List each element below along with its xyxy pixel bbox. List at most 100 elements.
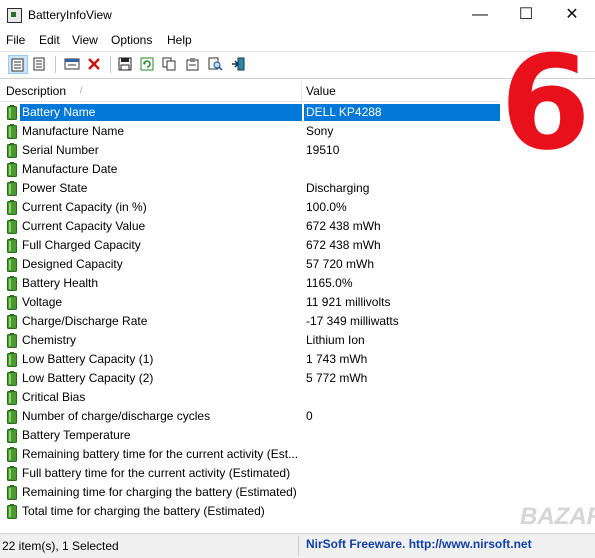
list-row[interactable]: Designed Capacity 57 720 mWh [0,255,500,274]
column-value[interactable]: Value [306,84,336,98]
battery-icon [7,504,17,519]
row-value [304,503,308,520]
find-icon [208,57,223,71]
menu-edit[interactable]: Edit [39,33,60,47]
display-mode-icon [11,58,24,72]
toolbar-separator [55,56,56,73]
list-row[interactable]: Battery Name DELL KP4288 [0,103,500,122]
row-description: Battery Temperature [22,428,131,442]
menu-file[interactable]: File [6,33,25,47]
row-value [304,465,308,482]
column-divider[interactable] [301,81,302,101]
battery-icon [7,371,17,386]
copy-icon [162,57,176,71]
menu-options[interactable]: Options [111,33,152,47]
list-row[interactable]: Battery Temperature [0,426,500,445]
sort-indicator-icon: / [80,86,83,95]
menu-help[interactable]: Help [167,33,192,47]
battery-icon [7,219,17,234]
properties-icon [64,58,80,70]
maximize-button[interactable]: ☐ [503,0,549,30]
list-row[interactable]: Serial Number 19510 [0,141,500,160]
battery-icon [7,124,17,139]
html-report-icon [186,58,199,71]
battery-info-list: Battery Name DELL KP4288 Manufacture Name S… [0,103,500,521]
list-row[interactable]: Manufacture Date [0,160,500,179]
html-report-button[interactable] [183,55,203,74]
list-row[interactable]: Total time for charging the battery (Est… [0,502,500,521]
row-description: Low Battery Capacity (2) [22,371,154,385]
row-value [304,389,308,406]
battery-icon [7,409,17,424]
row-value [304,484,308,501]
row-value: 1 743 mWh [306,352,368,366]
refresh-icon [140,57,154,71]
battery-icon [7,466,17,481]
battery-icon [7,276,17,291]
battery-icon [7,352,17,367]
battery-icon [7,333,17,348]
exit-icon [232,57,245,71]
list-row[interactable]: Low Battery Capacity (1) 1 743 mWh [0,350,500,369]
delete-button[interactable] [85,55,105,74]
properties-button[interactable] [62,55,82,74]
battery-icon [7,447,17,462]
row-value: 0 [306,409,313,423]
row-description: Designed Capacity [22,257,123,271]
find-button[interactable] [206,55,226,74]
battery-icon [7,181,17,196]
list-row[interactable]: Low Battery Capacity (2) 5 772 mWh [0,369,500,388]
column-description[interactable]: Description [6,84,66,98]
log-mode-button[interactable] [30,55,50,74]
corner-watermark: BAZAR [520,503,595,530]
row-value: 100.0% [306,200,347,214]
battery-icon [7,105,17,120]
row-value: DELL KP4288 [304,104,500,121]
exit-button[interactable] [229,55,249,74]
status-bar: 22 item(s), 1 Selected NirSoft Freeware.… [0,533,595,558]
close-button[interactable]: ✕ [549,0,595,30]
battery-icon [7,390,17,405]
display-mode-button[interactable] [8,55,28,74]
minimize-button[interactable]: — [457,0,503,30]
list-row[interactable]: Power State Discharging [0,179,500,198]
row-value: Sony [306,124,334,138]
row-value: 57 720 mWh [306,257,375,271]
list-row[interactable]: Full Charged Capacity 672 438 mWh [0,236,500,255]
list-row[interactable]: Manufacture Name Sony [0,122,500,141]
app-icon [7,8,22,23]
list-row[interactable]: Voltage 11 921 millivolts [0,293,500,312]
menu-view[interactable]: View [72,33,98,47]
copy-button[interactable] [160,55,180,74]
row-description: Current Capacity Value [22,219,146,233]
list-row[interactable]: Number of charge/discharge cycles 0 [0,407,500,426]
save-button[interactable] [116,55,136,74]
row-value: 1165.0% [306,276,353,290]
list-row[interactable]: Battery Health 1165.0% [0,274,500,293]
list-header: Description / Value [0,81,500,102]
row-description: Low Battery Capacity (1) [22,352,154,366]
refresh-button[interactable] [138,55,158,74]
list-row[interactable]: Current Capacity (in %) 100.0% [0,198,500,217]
list-row[interactable]: Current Capacity Value 672 438 mWh [0,217,500,236]
row-description: Remaining battery time for the current a… [22,447,299,461]
battery-icon [7,485,17,500]
row-value: 19510 [306,143,340,157]
list-row[interactable]: Remaining battery time for the current a… [0,445,500,464]
row-description: Charge/Discharge Rate [22,314,148,328]
list-row[interactable]: Remaining time for charging the battery … [0,483,500,502]
list-row[interactable]: Critical Bias [0,388,500,407]
battery-icon [7,200,17,215]
list-row[interactable]: Chemistry Lithium Ion [0,331,500,350]
row-value [304,161,308,178]
row-value: 672 438 mWh [306,219,381,233]
nirsoft-link[interactable]: NirSoft Freeware. http://www.nirsoft.net [306,537,532,551]
battery-icon [7,238,17,253]
row-description: Serial Number [22,143,99,157]
row-description: Full Charged Capacity [22,238,141,252]
save-icon [118,57,132,71]
list-row[interactable]: Charge/Discharge Rate -17 349 milliwatts [0,312,500,331]
row-description: Full battery time for the current activi… [22,466,291,480]
row-description: Chemistry [22,333,77,347]
list-row[interactable]: Full battery time for the current activi… [0,464,500,483]
